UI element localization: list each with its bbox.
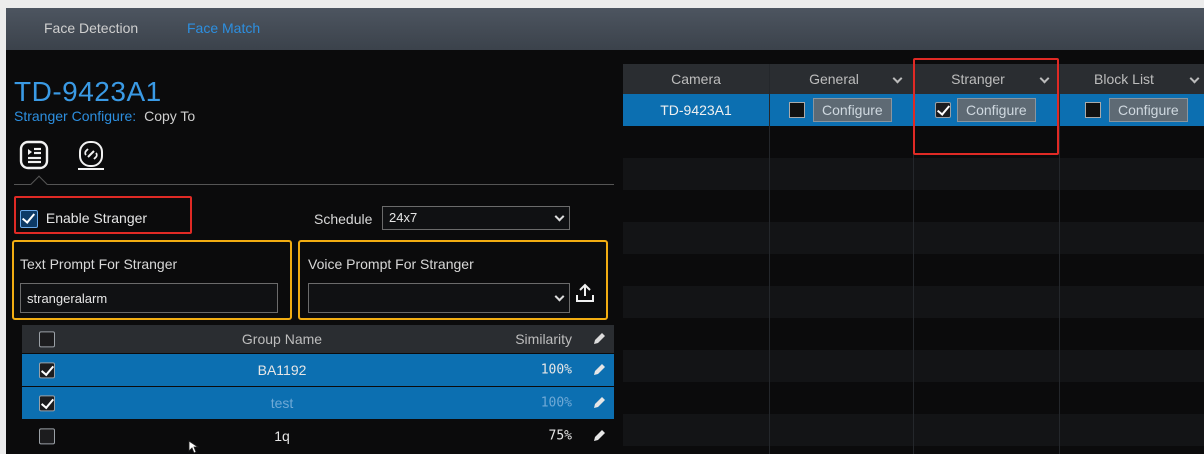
column-divider [769,64,770,454]
schedule-select[interactable]: 24x7 [382,206,570,230]
similarity-cell: 75% [548,428,572,444]
group-name-cell: test [270,395,294,411]
pencil-icon[interactable] [592,429,606,443]
blocklist-chevron-down-icon[interactable] [1189,73,1200,84]
upload-icon[interactable] [574,282,596,304]
group-table: Group Name Similarity BA1192 100% test 1… [22,325,614,452]
enable-stranger-label: Enable Stranger [45,210,148,226]
blocklist-checkbox[interactable] [1085,102,1101,118]
similarity-cell: 100% [540,362,572,378]
text-prompt-input[interactable]: strangeralarm [20,283,278,313]
general-header[interactable]: General [769,64,899,94]
chevron-down-icon [554,211,565,222]
app-frame: Face Detection Face Match TD-9423A1 Stra… [6,8,1204,454]
pencil-icon[interactable] [592,363,606,377]
blocklist-configure-button[interactable]: Configure [1109,98,1188,122]
enable-stranger-row[interactable]: Enable Stranger [20,210,148,229]
edit-all-pencil-icon[interactable] [592,332,606,346]
pencil-icon[interactable] [592,396,606,410]
voice-prompt-label: Voice Prompt For Stranger [308,256,474,272]
table-row[interactable]: 1q 75% [22,420,614,452]
group-table-header: Group Name Similarity [22,325,614,353]
blocklist-header[interactable]: Block List [1059,64,1189,94]
similarity-cell: 100% [540,395,572,411]
table-row[interactable]: test 100% [22,387,614,419]
general-checkbox[interactable] [789,102,805,118]
group-name-cell: BA1192 [257,362,307,378]
row-checkbox[interactable] [39,362,55,379]
column-divider [1059,64,1060,454]
enable-stranger-checkbox[interactable] [20,210,38,229]
highlight-stranger-column [913,58,1059,155]
general-configure-button[interactable]: Configure [813,98,892,122]
row-checkbox[interactable] [39,428,55,445]
select-all-checkbox[interactable] [39,331,55,348]
camera-header: Camera [671,71,721,87]
voice-prompt-select[interactable] [308,283,570,313]
camera-config-table: Camera General Stranger Block List TD-94… [623,58,1204,454]
similarity-header: Similarity [515,331,572,347]
select-all-checkbox-wrap[interactable] [39,330,55,348]
stranger-configure-label: Stranger Configure: [14,108,137,124]
tab-bar: Face Detection Face Match [6,8,1204,50]
link-icon[interactable] [76,140,108,174]
subtab-indicator [30,175,48,193]
copy-to-link[interactable]: Copy To [144,108,195,124]
schedule-label: Schedule [314,211,373,227]
tab-face-match[interactable]: Face Match [187,20,260,36]
camera-name-cell: TD-9423A1 [660,102,732,118]
row-checkbox[interactable] [39,395,55,412]
stranger-configure-line: Stranger Configure: Copy To [14,108,195,124]
group-name-cell: 1q [274,428,290,444]
text-prompt-label: Text Prompt For Stranger [20,256,178,272]
group-name-header: Group Name [241,331,323,347]
subtab-divider [14,184,614,185]
stranger-config-panel: TD-9423A1 Stranger Configure: Copy To En… [6,50,618,454]
chevron-down-icon [554,291,565,302]
camera-title: TD-9423A1 [14,76,162,107]
table-row[interactable]: BA1192 100% [22,354,614,386]
schedule-value: 24x7 [389,210,418,225]
list-settings-icon[interactable] [19,140,51,174]
tab-face-detection[interactable]: Face Detection [44,20,138,36]
mouse-cursor-icon [188,440,200,454]
